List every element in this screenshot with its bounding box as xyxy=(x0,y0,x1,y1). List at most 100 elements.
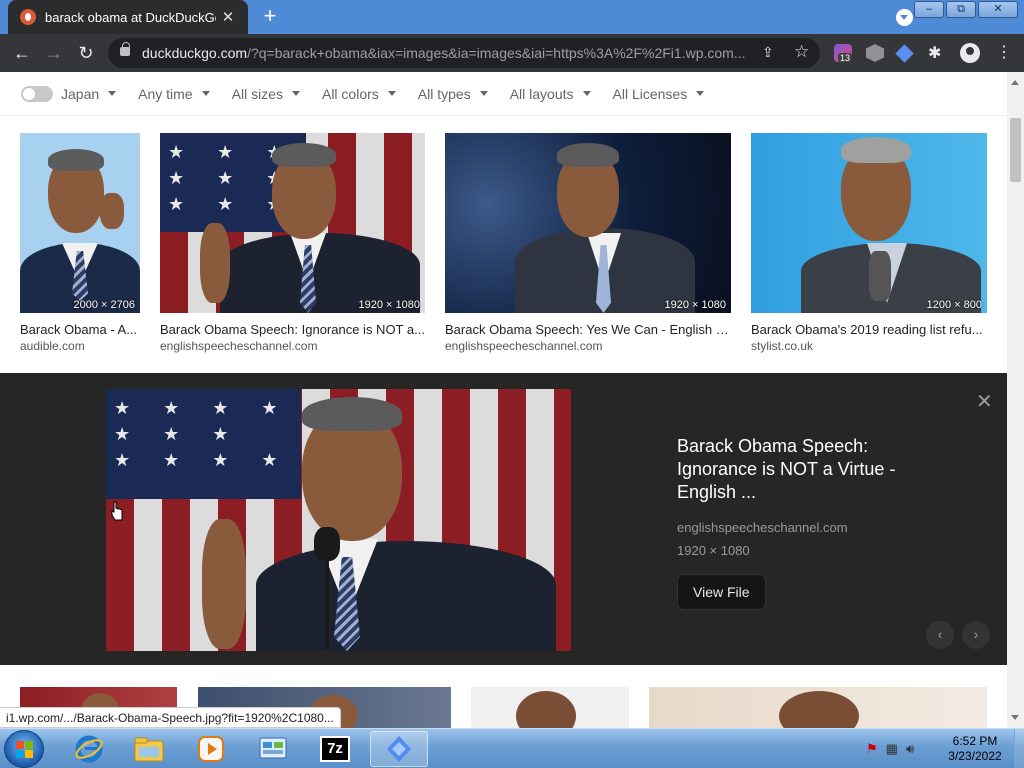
region-toggle[interactable] xyxy=(21,85,53,102)
filter-color[interactable]: All colors xyxy=(322,86,396,102)
window-controls: – ⧉ ✕ xyxy=(914,1,1018,18)
close-preview-icon[interactable]: ✕ xyxy=(976,389,993,414)
image-result-thumbnail[interactable] xyxy=(649,687,987,728)
filter-color-label: All colors xyxy=(321,85,379,102)
chevron-down-icon xyxy=(108,91,117,100)
maximize-button[interactable]: ⧉ xyxy=(946,1,976,18)
chrome-taskbar-icon[interactable] xyxy=(370,731,428,767)
image-result[interactable]: 2000 × 2706 Barack Obama - A... audible.… xyxy=(20,133,140,353)
media-player-taskbar-icon[interactable] xyxy=(184,731,238,767)
internet-explorer-taskbar-icon[interactable] xyxy=(62,731,116,767)
filter-time-label: Any time xyxy=(138,85,193,102)
filter-time[interactable]: Any time xyxy=(138,85,210,102)
result-thumbnail[interactable]: 2000 × 2706 xyxy=(20,133,140,313)
chevron-down-icon xyxy=(291,91,300,100)
image-result[interactable]: 1920 × 1080 Barack Obama Speech: Ignoran… xyxy=(160,133,425,353)
tab-title: barack obama at DuckDuckGo xyxy=(45,9,216,25)
chevron-down-icon xyxy=(387,91,396,100)
chevron-down-icon xyxy=(582,91,591,100)
image-dimensions: 1920 × 1080 xyxy=(664,299,726,311)
url-text[interactable]: duckduckgo.com/?q=barack+obama&iax=image… xyxy=(142,45,752,61)
scrollbar-thumb[interactable] xyxy=(1010,118,1021,182)
extensions-puzzle-icon[interactable]: ✱ xyxy=(928,43,946,62)
system-tray: ⚑ ▦ 🔊︎ xyxy=(866,741,914,757)
extension-icon[interactable]: 13 xyxy=(834,44,853,63)
scroll-up-arrow-icon[interactable] xyxy=(1011,76,1019,85)
clock-date: 3/23/2022 xyxy=(948,749,1002,763)
7zip-taskbar-icon[interactable]: 7z xyxy=(308,731,362,767)
new-tab-button[interactable]: + xyxy=(258,5,282,29)
share-icon[interactable]: ⇪ xyxy=(762,44,774,61)
filter-type[interactable]: All types xyxy=(418,86,488,102)
browser-toolbar: ← → ↻ duckduckgo.com/?q=barack+obama&iax… xyxy=(0,34,1024,72)
filter-type-label: All types xyxy=(417,85,471,102)
address-bar[interactable]: duckduckgo.com/?q=barack+obama&iax=image… xyxy=(108,38,820,68)
extension-diamond-icon[interactable] xyxy=(895,44,914,63)
url-path: /?q=barack+obama&iax=images&ia=images&ia… xyxy=(247,45,746,61)
filter-size-label: All sizes xyxy=(231,85,283,102)
chevron-down-icon xyxy=(201,91,210,100)
result-source[interactable]: englishspeecheschannel.com xyxy=(160,339,425,353)
browser-menu-icon[interactable]: ⋮ xyxy=(996,42,1012,62)
url-host: duckduckgo.com xyxy=(142,45,248,61)
hand-cursor-icon xyxy=(111,501,123,521)
tab-duckduckgo[interactable]: barack obama at DuckDuckGo ✕ xyxy=(8,0,248,34)
result-source[interactable]: englishspeecheschannel.com xyxy=(445,339,731,353)
tab-strip: barack obama at DuckDuckGo ✕ + – ⧉ ✕ xyxy=(0,0,1024,34)
result-title[interactable]: Barack Obama's 2019 reading list refu... xyxy=(751,322,987,337)
image-result-thumbnail[interactable] xyxy=(471,687,629,728)
lock-icon[interactable] xyxy=(120,42,130,56)
filter-region[interactable]: Japan xyxy=(61,85,117,102)
profile-avatar-icon[interactable] xyxy=(960,43,980,63)
duckduckgo-favicon-icon xyxy=(20,9,36,25)
minimize-button[interactable]: – xyxy=(914,1,944,18)
preview-title[interactable]: Barack Obama Speech: Ignorance is NOT a … xyxy=(677,435,927,504)
filter-license[interactable]: All Licenses xyxy=(613,86,705,102)
result-thumbnail[interactable]: 1920 × 1080 xyxy=(160,133,425,313)
bookmark-star-icon[interactable]: ☆ xyxy=(794,42,809,62)
view-file-button[interactable]: View File xyxy=(677,574,766,610)
extension-badge: 13 xyxy=(838,53,853,63)
tab-search-icon[interactable] xyxy=(896,9,913,26)
filter-size[interactable]: All sizes xyxy=(232,86,300,102)
image-dimensions: 1920 × 1080 xyxy=(358,299,420,311)
extension-hexagon-icon[interactable] xyxy=(866,44,884,62)
back-button[interactable]: ← xyxy=(10,41,34,65)
preview-image[interactable] xyxy=(106,389,571,651)
action-center-flag-icon[interactable]: ⚑ xyxy=(866,741,878,757)
window-close-button[interactable]: ✕ xyxy=(978,1,1018,18)
volume-icon[interactable]: 🔊︎ xyxy=(906,741,914,757)
image-result[interactable]: 1200 × 800 Barack Obama's 2019 reading l… xyxy=(751,133,987,353)
previous-image-button[interactable]: ‹ xyxy=(926,621,954,649)
next-image-button[interactable]: › xyxy=(962,621,990,649)
result-source[interactable]: audible.com xyxy=(20,339,140,353)
scroll-down-arrow-icon[interactable] xyxy=(1011,715,1019,724)
result-title[interactable]: Barack Obama - A... xyxy=(20,322,140,337)
filter-layout[interactable]: All layouts xyxy=(510,86,591,102)
result-thumbnail[interactable]: 1200 × 800 xyxy=(751,133,987,313)
filter-region-label: Japan xyxy=(61,85,100,102)
forward-button[interactable]: → xyxy=(42,41,66,65)
network-icon[interactable]: ▦ xyxy=(886,741,898,757)
page-scrollbar[interactable] xyxy=(1007,72,1024,728)
result-source[interactable]: stylist.co.uk xyxy=(751,339,987,353)
preview-details: Barack Obama Speech: Ignorance is NOT a … xyxy=(677,435,927,610)
portrait-photo xyxy=(20,133,140,313)
control-panel-taskbar-icon[interactable] xyxy=(246,731,300,767)
image-dimensions: 2000 × 2706 xyxy=(73,299,135,311)
smiling-photo xyxy=(751,133,987,313)
preview-source[interactable]: englishspeecheschannel.com xyxy=(677,520,927,535)
tab-close-icon[interactable]: ✕ xyxy=(216,8,240,26)
file-explorer-taskbar-icon[interactable] xyxy=(122,731,176,767)
speech-photo xyxy=(160,133,425,313)
show-desktop-button[interactable] xyxy=(1014,729,1024,768)
reload-button[interactable]: ↻ xyxy=(74,41,98,65)
result-title[interactable]: Barack Obama Speech: Ignorance is NOT a.… xyxy=(160,322,425,337)
image-result[interactable]: 1920 × 1080 Barack Obama Speech: Yes We … xyxy=(445,133,731,353)
windows-taskbar: 7z ⚑ ▦ 🔊︎ 6:52 PM 3/23/2022 xyxy=(0,728,1024,768)
start-button[interactable] xyxy=(4,730,44,768)
result-thumbnail[interactable]: 1920 × 1080 xyxy=(445,133,731,313)
system-clock[interactable]: 6:52 PM 3/23/2022 xyxy=(940,734,1010,764)
result-title[interactable]: Barack Obama Speech: Yes We Can - Englis… xyxy=(445,322,731,337)
link-status-bubble: i1.wp.com/.../Barack-Obama-Speech.jpg?fi… xyxy=(0,707,341,728)
